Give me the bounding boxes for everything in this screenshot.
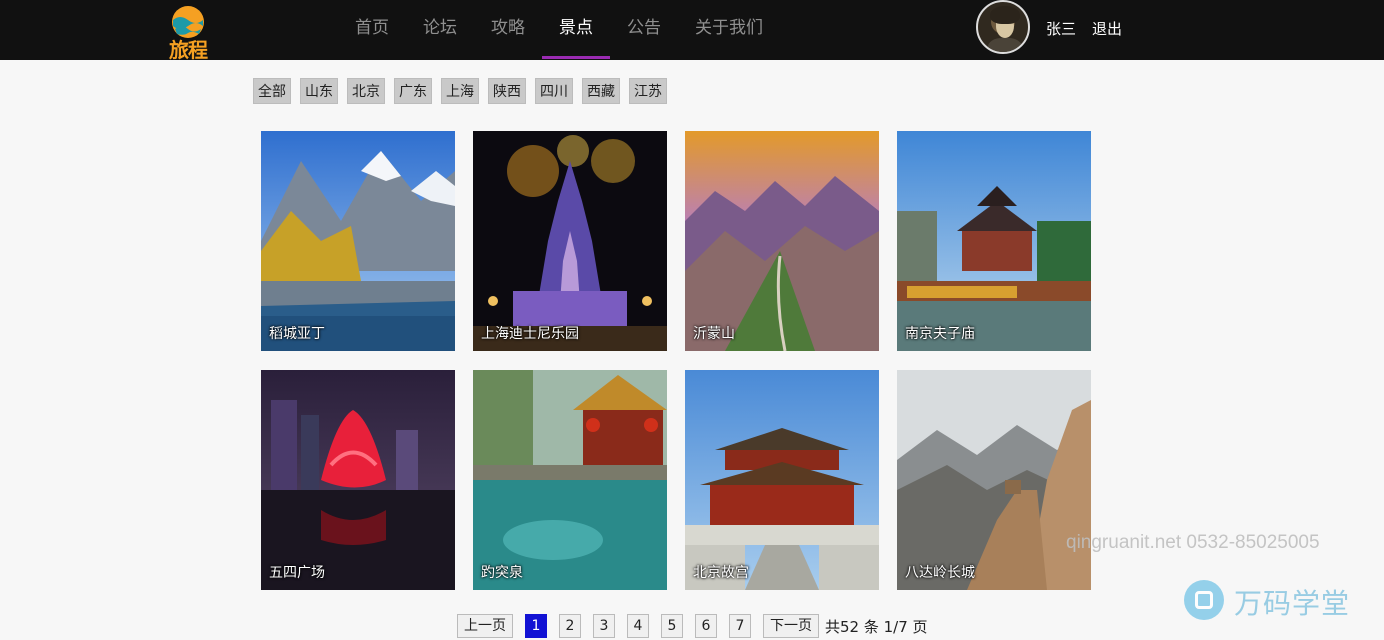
attraction-name: 八达岭长城 — [905, 565, 975, 581]
attraction-photo — [897, 131, 1091, 351]
attraction-card[interactable]: 沂蒙山 — [685, 131, 879, 351]
filter-tibet[interactable]: 西藏 — [582, 78, 620, 104]
attraction-card[interactable]: 五四广场 — [261, 370, 455, 590]
next-page-button[interactable]: 下一页 — [763, 614, 819, 638]
attraction-card[interactable]: 南京夫子庙 — [897, 131, 1091, 351]
attraction-photo — [685, 370, 879, 590]
watermark-logo-icon — [1184, 580, 1224, 620]
filter-guangdong[interactable]: 广东 — [394, 78, 432, 104]
pagination-summary: 共52 条 1/7 页 — [825, 617, 928, 636]
attraction-photo — [897, 370, 1091, 590]
nav-home[interactable]: 首页 — [338, 0, 406, 60]
attraction-name: 上海迪士尼乐园 — [481, 326, 579, 342]
watermark-brand: 万码学堂 — [1234, 587, 1351, 620]
attraction-photo — [473, 370, 667, 590]
page-4-button[interactable]: 4 — [627, 614, 649, 638]
attraction-photo — [473, 131, 667, 351]
attraction-card[interactable]: 上海迪士尼乐园 — [473, 131, 667, 351]
page-5-button[interactable]: 5 — [661, 614, 683, 638]
page-3-button[interactable]: 3 — [593, 614, 615, 638]
attraction-name: 沂蒙山 — [693, 326, 735, 342]
region-filter-bar: 全部 山东 北京 广东 上海 陕西 四川 西藏 江苏 — [253, 78, 676, 104]
top-nav-bar: 旅程 首页 论坛 攻略 景点 公告 关于我们 张三 退出 — [0, 0, 1384, 62]
site-logo[interactable]: 旅程 — [164, 4, 212, 62]
attraction-photo — [261, 131, 455, 351]
attraction-card[interactable]: 北京故宫 — [685, 370, 879, 590]
pagination: 上一页 1 2 3 4 5 6 7 下一页 共52 条 1/7 页 — [457, 614, 928, 638]
page-2-button[interactable]: 2 — [559, 614, 581, 638]
page-7-button[interactable]: 7 — [729, 614, 751, 638]
attraction-name: 趵突泉 — [481, 565, 523, 581]
main-nav: 首页 论坛 攻略 景点 公告 关于我们 — [338, 0, 780, 60]
logout-link[interactable]: 退出 — [1092, 18, 1122, 39]
attraction-photo — [685, 131, 879, 351]
filter-all[interactable]: 全部 — [253, 78, 291, 104]
avatar[interactable] — [976, 0, 1030, 54]
logo-icon — [172, 6, 204, 38]
attraction-name: 南京夫子庙 — [905, 326, 975, 342]
watermark-contact: qingruanit.net 0532-85025005 — [1066, 532, 1320, 553]
username[interactable]: 张三 — [1046, 18, 1076, 39]
page-1-button[interactable]: 1 — [525, 614, 547, 638]
nav-forum[interactable]: 论坛 — [406, 0, 474, 60]
page-6-button[interactable]: 6 — [695, 614, 717, 638]
filter-shandong[interactable]: 山东 — [300, 78, 338, 104]
nav-announcements[interactable]: 公告 — [610, 0, 678, 60]
filter-jiangsu[interactable]: 江苏 — [629, 78, 667, 104]
attraction-photo — [261, 370, 455, 590]
attraction-card[interactable]: 趵突泉 — [473, 370, 667, 590]
attraction-name: 稻城亚丁 — [269, 326, 325, 342]
prev-page-button[interactable]: 上一页 — [457, 614, 513, 638]
nav-about-us[interactable]: 关于我们 — [678, 0, 780, 60]
attraction-name: 北京故宫 — [693, 565, 749, 581]
filter-beijing[interactable]: 北京 — [347, 78, 385, 104]
nav-guides[interactable]: 攻略 — [474, 0, 542, 60]
attraction-name: 五四广场 — [269, 565, 325, 581]
logo-text: 旅程 — [169, 38, 208, 62]
nav-attractions[interactable]: 景点 — [542, 0, 610, 60]
attraction-card[interactable]: 稻城亚丁 — [261, 131, 455, 351]
attraction-card[interactable]: 八达岭长城 — [897, 370, 1091, 590]
filter-sichuan[interactable]: 四川 — [535, 78, 573, 104]
filter-shanghai[interactable]: 上海 — [441, 78, 479, 104]
filter-shaanxi[interactable]: 陕西 — [488, 78, 526, 104]
